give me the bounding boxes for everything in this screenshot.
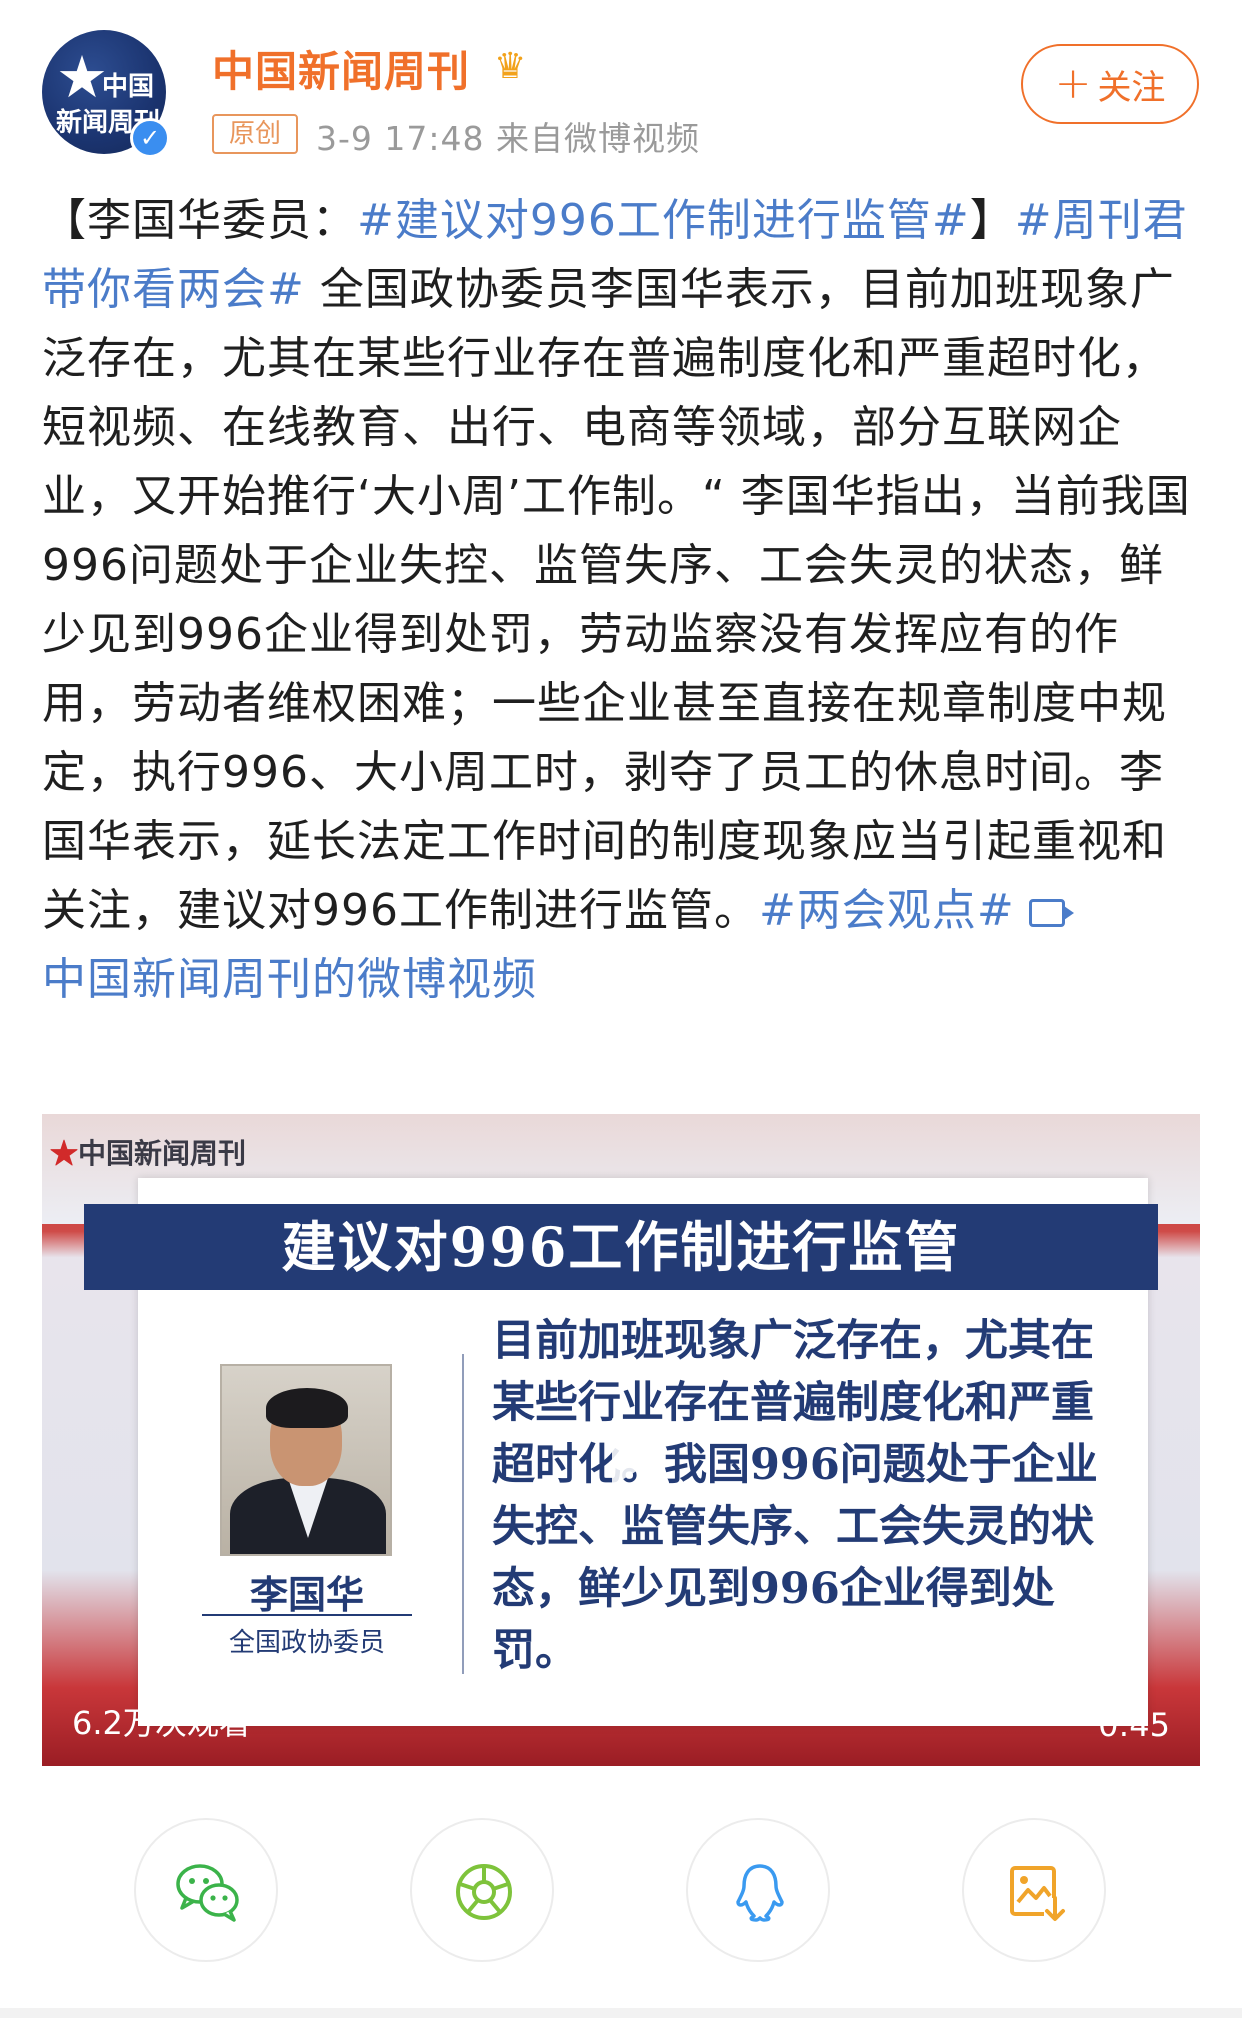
star-logo-icon: ★ — [56, 43, 108, 111]
video-camera-icon — [1028, 899, 1074, 927]
qq-icon — [736, 1864, 784, 1922]
post-text-part3: 全国政协委员李国华表示，目前加班现象广泛存在，尤其在某些行业存在普遍制度化和严重… — [42, 264, 1191, 936]
original-badge: 原创 — [212, 114, 298, 154]
moments-icon — [456, 1864, 512, 1920]
video-divider — [462, 1354, 464, 1674]
person-name: 李国华 — [249, 1572, 364, 1617]
username[interactable]: 中国新闻周刊 — [212, 38, 470, 99]
share-wechat-button[interactable] — [134, 1818, 278, 1962]
verified-badge-icon: ✓ — [130, 118, 170, 158]
wechat-icon — [176, 1864, 239, 1922]
crown-icon[interactable]: ♛ — [494, 46, 526, 87]
save-image-icon — [1010, 1866, 1066, 1921]
share-qq-button[interactable] — [686, 1818, 830, 1962]
photo-hair-shape — [266, 1388, 348, 1428]
share-bar — [0, 1818, 1242, 1968]
save-image-button[interactable] — [962, 1818, 1106, 1962]
view-count: 6.2万次观看 — [72, 1704, 251, 1742]
post-text-part2: 】 — [969, 195, 1015, 246]
video-duration: 0:45 — [1098, 1706, 1170, 1744]
post-header: ★ 中国 新闻周刊 ✓ 中国新闻周刊 ♛ 原创 3-9 17:48 来自微博视频… — [0, 0, 1242, 160]
bottom-divider — [0, 2008, 1242, 2018]
video-brand-text: 中国新闻周刊 — [78, 1137, 247, 1170]
follow-button[interactable]: + 关注 — [1021, 44, 1199, 124]
video-title: 建议对996工作制进行监管 — [281, 1215, 961, 1279]
post-meta: 3-9 17:48 来自微博视频 — [316, 119, 700, 158]
person-photo — [220, 1364, 392, 1556]
person-role: 全国政协委员 — [202, 1614, 412, 1659]
video-source-link[interactable]: 中国新闻周刊的微博视频 — [42, 954, 537, 1005]
video-brand-logo: ★中国新闻周刊 — [50, 1132, 246, 1172]
video-title-bar: 建议对996工作制进行监管 — [84, 1204, 1158, 1290]
post-text-part1: 【李国华委员： — [42, 195, 357, 246]
hashtag-link-3[interactable]: #两会观点# — [759, 885, 1015, 936]
hashtag-link-1[interactable]: #建议对996工作制进行监管# — [357, 195, 970, 246]
post-text: 【李国华委员：#建议对996工作制进行监管#】#周刊君带你看两会# 全国政协委员… — [42, 186, 1202, 1014]
brand-star-icon: ★ — [50, 1137, 79, 1170]
play-icon[interactable] — [582, 1404, 678, 1500]
video-player[interactable]: ★中国新闻周刊 建议对996工作制进行监管 李国华 全国政协委员 目前加班现象广… — [42, 1114, 1200, 1766]
avatar-text-top: 中国 — [102, 72, 155, 102]
share-moments-button[interactable] — [410, 1818, 554, 1962]
plus-icon: + — [1054, 58, 1092, 109]
follow-label: 关注 — [1097, 67, 1166, 108]
